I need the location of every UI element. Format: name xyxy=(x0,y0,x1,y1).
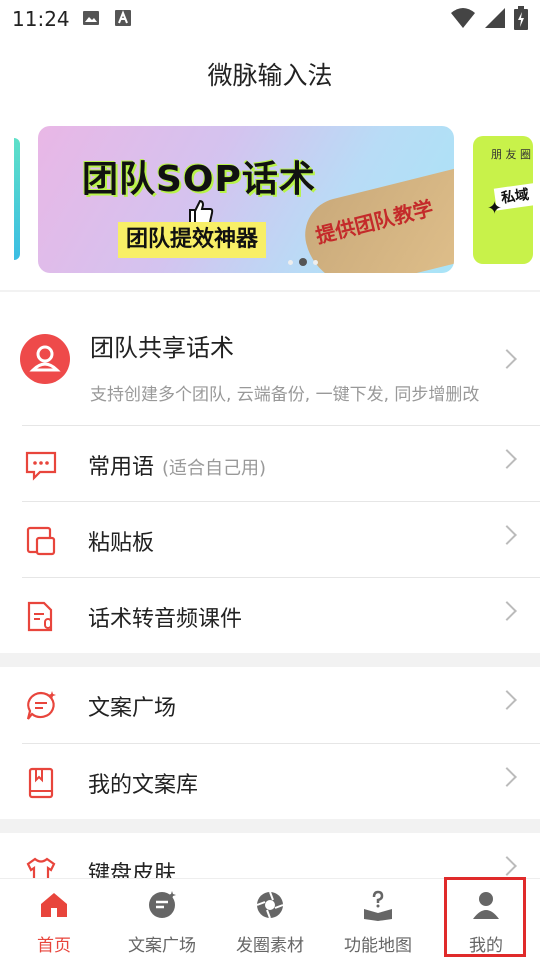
font-notification-icon xyxy=(115,10,131,26)
tab-label: 文案广场 xyxy=(128,936,196,956)
notification-icons xyxy=(82,9,132,27)
file-audio-icon xyxy=(27,601,53,632)
wifi-icon xyxy=(451,8,475,28)
chevron-right-icon xyxy=(497,856,517,876)
sparkle-icon: ✦ xyxy=(487,198,503,219)
app-bar: 微脉输入法 xyxy=(0,36,540,106)
tab-label: 发圈素材 xyxy=(236,936,304,956)
banner-carousel[interactable]: 提供团队教学 团队SOP话术 团队提效神器 朋 友 圈 私域 ✦ xyxy=(0,106,540,290)
tab-label: 首页 xyxy=(37,936,71,956)
chat-lines-icon xyxy=(26,691,56,720)
team-share-icon xyxy=(20,334,70,384)
highlight-annotation-box xyxy=(444,877,526,957)
aperture-icon xyxy=(256,891,284,919)
chat-square-icon xyxy=(149,891,176,918)
tab-label: 功能地图 xyxy=(344,936,412,956)
team-share-title: 团队共享话术 xyxy=(90,334,234,362)
banner-prev-peek[interactable] xyxy=(14,138,20,260)
chevron-right-icon xyxy=(497,349,517,369)
my-copy-library-label: 我的文案库 xyxy=(88,773,199,798)
page-title: 微脉输入法 xyxy=(207,61,333,90)
banner-headline: 团队SOP话术 xyxy=(82,159,316,200)
common-phrases-label: 常用语 xyxy=(88,455,155,480)
carousel-dot xyxy=(288,259,293,265)
tab-feature-map[interactable]: 功能地图 xyxy=(324,879,432,961)
chevron-right-icon xyxy=(497,601,517,621)
copy-square-label: 文案广场 xyxy=(88,696,177,721)
chevron-right-icon xyxy=(497,449,517,469)
status-bar: 11:24 xyxy=(0,0,540,36)
banner-slide[interactable]: 提供团队教学 团队SOP话术 团队提效神器 xyxy=(38,126,454,273)
common-phrases-hint: (适合自己用) xyxy=(162,458,267,479)
image-notification-icon xyxy=(83,11,99,25)
tab-moments-material[interactable]: 发圈素材 xyxy=(216,879,324,961)
carousel-dots xyxy=(288,258,318,266)
copy-square-row[interactable]: 文案广场 xyxy=(0,667,540,743)
help-book-icon xyxy=(364,890,392,921)
menu-card-copywriting: 文案广场 我的文案库 xyxy=(0,667,540,819)
script-to-audio-label: 话术转音频课件 xyxy=(88,607,243,632)
chevron-right-icon xyxy=(497,525,517,545)
tab-home[interactable]: 首页 xyxy=(0,879,108,961)
clipboard-label: 粘贴板 xyxy=(88,531,155,556)
banner-subtitle: 团队提效神器 xyxy=(118,222,267,258)
chat-dots-icon xyxy=(25,451,57,481)
chevron-right-icon xyxy=(497,690,517,710)
clipboard-icon xyxy=(26,526,56,556)
team-share-desc: 支持创建多个团队, 云端备份, 一键下发, 同步增删改 xyxy=(90,385,480,405)
system-icons xyxy=(450,6,528,30)
battery-icon xyxy=(514,6,528,30)
carousel-dot-active xyxy=(299,258,307,266)
banner-next-peek[interactable]: 朋 友 圈 私域 ✦ xyxy=(473,136,533,264)
script-to-audio-row[interactable]: 话术转音频课件 xyxy=(0,578,540,654)
my-copy-library-row[interactable]: 我的文案库 xyxy=(0,744,540,820)
book-icon xyxy=(28,767,54,799)
common-phrases-row[interactable]: 常用语 (适合自己用) xyxy=(0,426,540,502)
tab-copy-square[interactable]: 文案广场 xyxy=(108,879,216,961)
carousel-dot xyxy=(313,259,318,265)
status-time: 11:24 xyxy=(12,7,70,31)
chevron-right-icon xyxy=(497,767,517,787)
clipboard-row[interactable]: 粘贴板 xyxy=(0,502,540,578)
team-share-row[interactable]: 团队共享话术 支持创建多个团队, 云端备份, 一键下发, 同步增删改 xyxy=(0,292,540,425)
banner-next-tag: 朋 友 圈 xyxy=(491,148,531,161)
home-icon xyxy=(41,893,67,917)
menu-card-main: 团队共享话术 支持创建多个团队, 云端备份, 一键下发, 同步增删改 常用语 (适… xyxy=(0,292,540,653)
signal-icon xyxy=(485,8,505,28)
